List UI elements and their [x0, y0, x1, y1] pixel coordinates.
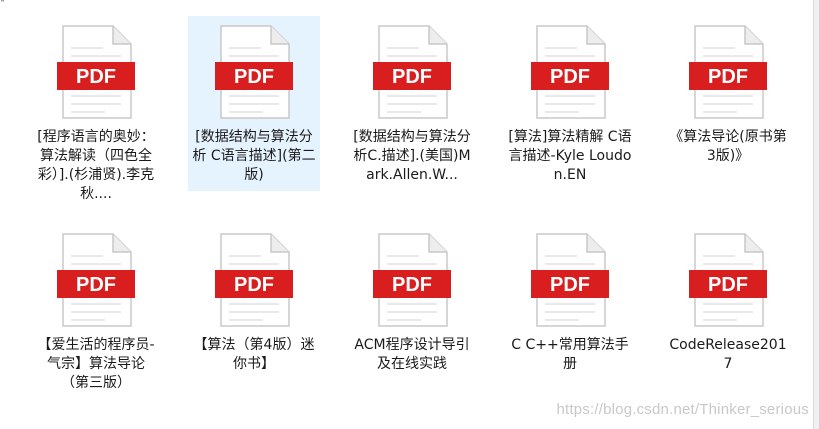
pdf-icon-text: PDF [234, 274, 274, 296]
file-name-label: [程序语言的奥妙：算法解读（四色全彩）].(杉浦贤).李克秋.... [37, 129, 155, 202]
file-name-label: 《算法导论(原书第3版)》 [669, 129, 787, 164]
pdf-icon-text: PDF [708, 274, 748, 296]
pdf-icon-text: PDF [76, 274, 116, 296]
file-item[interactable]: PDF ACM程序设计导引及在线实践 [346, 224, 478, 380]
file-item[interactable]: PDF [程序语言的奥妙：算法解读（四色全彩）].(杉浦贤).李克秋.... [30, 16, 162, 210]
file-item[interactable]: PDF 【爱生活的程序员-气宗】算法导论（第三版） [30, 224, 162, 399]
pdf-file-icon: PDF [215, 233, 293, 327]
file-item[interactable]: PDF [数据结构与算法分析 C语言描述](第二版) [188, 16, 320, 191]
pdf-file-icon: PDF [531, 233, 609, 327]
scroll-up-caret[interactable]: ˄ [0, 0, 8, 10]
pdf-icon-text: PDF [392, 274, 432, 296]
file-item[interactable]: PDF 【算法（第4版）迷你书】 [188, 224, 320, 380]
pdf-file-icon: PDF [531, 25, 609, 119]
pdf-icon-text: PDF [550, 66, 590, 88]
pdf-icon-text: PDF [76, 66, 116, 88]
pdf-file-icon: PDF [57, 25, 135, 119]
file-name-label: [算法]算法精解 C语言描述-Kyle Loudon.EN [508, 129, 632, 183]
watermark: https://blog.csdn.net/Thinker_serious [556, 401, 809, 418]
file-item[interactable]: PDF C C++常用算法手册 [504, 224, 636, 380]
pdf-file-icon: PDF [689, 233, 767, 327]
file-item[interactable]: PDF [算法]算法精解 C语言描述-Kyle Loudon.EN [504, 16, 636, 191]
file-name-label: CodeRelease2017 [669, 337, 787, 372]
file-name-label: [数据结构与算法分析 C语言描述](第二版) [192, 129, 316, 183]
pdf-file-icon: PDF [373, 25, 451, 119]
file-name-label: 【爱生活的程序员-气宗】算法导论（第三版） [37, 337, 155, 391]
pdf-file-icon: PDF [57, 233, 135, 327]
file-item[interactable]: PDF 《算法导论(原书第3版)》 [662, 16, 794, 172]
pdf-icon-text: PDF [234, 66, 274, 88]
pdf-file-icon: PDF [689, 25, 767, 119]
pdf-icon-text: PDF [392, 66, 432, 88]
pdf-icon-text: PDF [550, 274, 590, 296]
file-name-label: C C++常用算法手册 [511, 337, 629, 372]
pdf-file-icon: PDF [215, 25, 293, 119]
file-item[interactable]: PDF CodeRelease2017 [662, 224, 794, 380]
file-item[interactable]: PDF [数据结构与算法分析C.描述].(美国)Mark.Allen.W... [346, 16, 478, 191]
file-name-label: 【算法（第4版）迷你书】 [193, 337, 315, 372]
file-name-label: [数据结构与算法分析C.描述].(美国)Mark.Allen.W... [353, 129, 471, 183]
pdf-icon-text: PDF [708, 66, 748, 88]
file-name-label: ACM程序设计导引及在线实践 [354, 337, 470, 372]
pdf-file-icon: PDF [373, 233, 451, 327]
vertical-scrollbar[interactable] [813, 0, 819, 429]
